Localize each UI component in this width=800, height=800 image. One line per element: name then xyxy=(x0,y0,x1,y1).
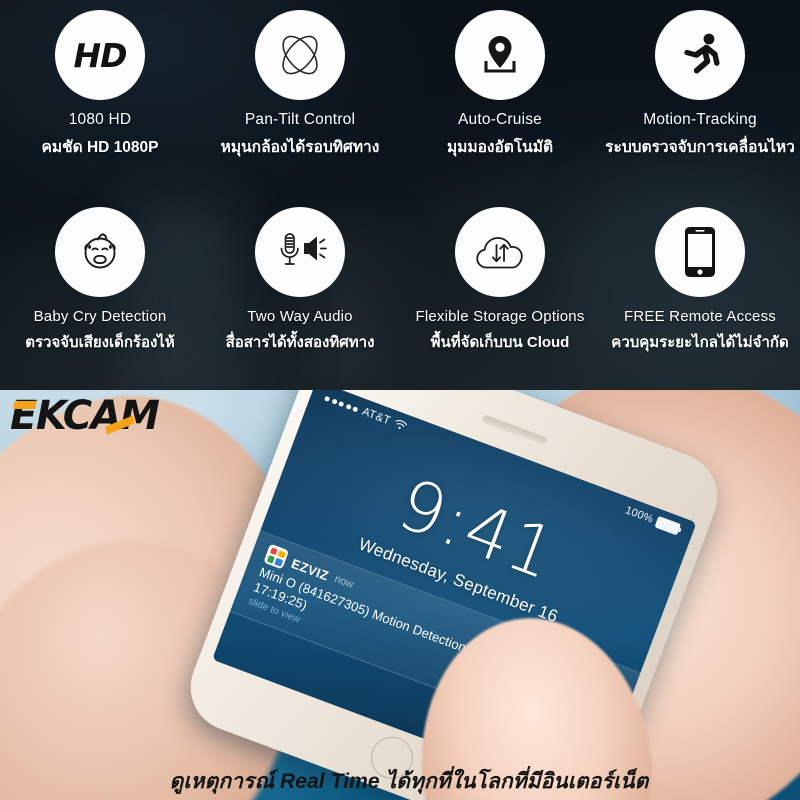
feature-item-1080-hd: HD 1080 HD คมชัด HD 1080P xyxy=(0,0,200,197)
ekcam-logo: EKCAM xyxy=(10,393,180,441)
feature-title: Flexible Storage Options xyxy=(415,308,585,325)
ekcam-logo-text: EKCAM xyxy=(10,393,160,439)
feature-title: Motion-Tracking xyxy=(643,111,757,128)
feature-item-auto-cruise: Auto-Cruise มุมมองอัตโนมัติ xyxy=(400,0,600,197)
feature-subtitle: พื้นที่จัดเก็บบน Cloud xyxy=(430,334,570,351)
battery-icon xyxy=(654,515,682,536)
wifi-icon xyxy=(392,417,409,434)
feature-grid: HD 1080 HD คมชัด HD 1080P Pan-Tilt Contr… xyxy=(0,0,800,382)
feature-title: 1080 HD xyxy=(68,111,132,128)
promo-banner: HD 1080 HD คมชัด HD 1080P Pan-Tilt Contr… xyxy=(0,0,800,800)
feature-subtitle: ควบคุมระยะไกลได้ไม่จำกัด xyxy=(611,334,789,351)
feature-item-pan-tilt-control: Pan-Tilt Control หมุนกล้องได้รอบทิศทาง xyxy=(200,0,400,197)
battery-percent-label: 100% xyxy=(623,504,655,526)
feature-subtitle: ระบบตรวจจับการเคลื่อนไหว xyxy=(605,139,795,156)
feature-item-free-remote-access: FREE Remote Access ควบคุมระยะไกลได้ไม่จำ… xyxy=(600,197,800,382)
feature-item-two-way-audio: Two Way Audio สื่อสารได้ทั้งสองทิศทาง xyxy=(200,197,400,382)
feature-subtitle: หมุนกล้องได้รอบทิศทาง xyxy=(220,139,380,156)
hd-badge-icon: HD xyxy=(55,10,145,100)
status-bar-right: 100% xyxy=(623,504,682,536)
feature-subtitle: สื่อสารได้ทั้งสองทิศทาง xyxy=(225,334,375,351)
feature-item-motion-tracking: Motion-Tracking ระบบตรวจจับการเคลื่อนไหว xyxy=(600,0,800,197)
feature-title: Baby Cry Detection xyxy=(33,308,167,325)
feature-subtitle: ตรวจจับเสียงเด็กร้องไห้ xyxy=(25,334,175,351)
pan-tilt-orbit-icon xyxy=(255,10,345,100)
phone-earpiece-speaker xyxy=(481,414,548,446)
signal-strength-icon xyxy=(324,395,359,413)
logo-accent-bar xyxy=(13,401,37,409)
feature-title: FREE Remote Access xyxy=(624,308,776,325)
microphone-speaker-icon xyxy=(255,207,345,297)
crying-baby-icon xyxy=(55,207,145,297)
cloud-sync-icon xyxy=(455,207,545,297)
feature-title: Two Way Audio xyxy=(247,308,353,325)
feature-title: Pan-Tilt Control xyxy=(244,111,356,128)
map-pin-icon xyxy=(455,10,545,100)
smartphone-icon xyxy=(655,207,745,297)
carrier-label: AT&T xyxy=(360,405,393,428)
feature-item-baby-cry-detection: Baby Cry Detection ตรวจจับเสียงเด็กร้องไ… xyxy=(0,197,200,382)
feature-subtitle: คมชัด HD 1080P xyxy=(41,139,159,156)
feature-title: Auto-Cruise xyxy=(457,111,543,128)
running-person-icon xyxy=(655,10,745,100)
notification-timestamp: now xyxy=(332,572,356,591)
features-panel: HD 1080 HD คมชัด HD 1080P Pan-Tilt Contr… xyxy=(0,0,800,390)
bottom-caption: ดูเหตุการณ์ Real Time ได้ทุกที่ในโลกที่ม… xyxy=(169,770,649,793)
product-photo-panel: AT&T 100% 9:41 Wednesday, September 16 E… xyxy=(0,390,800,800)
feature-item-flexible-storage: Flexible Storage Options พื้นที่จัดเก็บบ… xyxy=(400,197,600,382)
feature-subtitle: มุมมองอัตโนมัติ xyxy=(446,139,554,156)
